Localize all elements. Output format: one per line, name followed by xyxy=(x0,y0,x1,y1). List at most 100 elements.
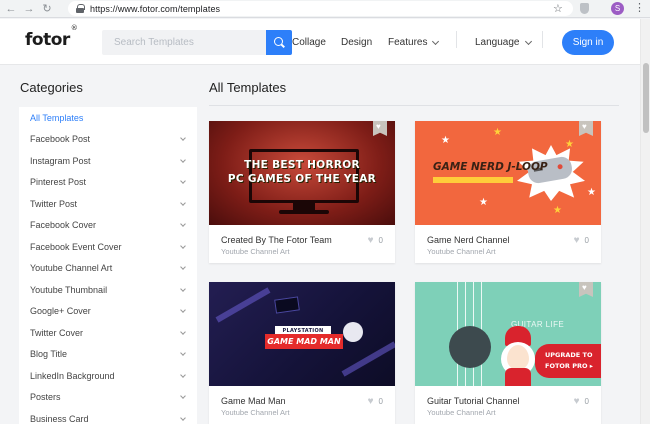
favorite-bookmark-icon[interactable] xyxy=(373,121,387,136)
category-facebook-post[interactable]: Facebook Post xyxy=(19,128,197,149)
category-linkedin-background[interactable]: LinkedIn Background xyxy=(19,365,197,386)
category-pinterest-post[interactable]: Pinterest Post xyxy=(19,171,197,192)
favorite-bookmark-icon[interactable] xyxy=(579,282,593,297)
star-decoration: ★ xyxy=(479,197,488,208)
nav-language-label: Language xyxy=(475,37,520,48)
title-divider xyxy=(209,105,619,106)
fotor-logo[interactable]: fotor® xyxy=(25,24,78,50)
browser-menu-icon[interactable]: ⋮ xyxy=(634,2,645,14)
card-title[interactable]: Created By The Fotor Team xyxy=(221,235,332,245)
promo-line-2: FOTOR PRO ▸ xyxy=(545,362,594,370)
search-button[interactable] xyxy=(266,30,292,55)
category-facebook-cover[interactable]: Facebook Cover xyxy=(19,214,197,235)
card-category: Youtube Channel Art xyxy=(427,408,496,417)
template-thumbnail[interactable]: ★ ★ ★ ★ ★ ★ GAME NERD J-LOOP xyxy=(415,121,601,225)
categories-list: All Templates Facebook Post Instagram Po… xyxy=(19,107,197,424)
guitar-soundhole xyxy=(449,326,491,368)
like-counter[interactable]: ♥ 0 xyxy=(574,396,589,407)
bookmark-star-icon[interactable]: ☆ xyxy=(553,2,563,15)
category-business-card[interactable]: Business Card xyxy=(19,408,197,424)
page-scrollbar[interactable] xyxy=(640,19,650,424)
template-card[interactable]: THE BEST HORROR PC GAMES OF THE YEAR Cre… xyxy=(209,121,395,263)
category-youtube-thumbnail[interactable]: Youtube Thumbnail xyxy=(19,279,197,300)
card-category: Youtube Channel Art xyxy=(221,408,290,417)
card-title[interactable]: Guitar Tutorial Channel xyxy=(427,396,520,406)
upgrade-pro-badge[interactable]: UPGRADE TO FOTOR PRO ▸ xyxy=(535,344,601,378)
category-label: Twitter Post xyxy=(30,198,78,209)
card-category: Youtube Channel Art xyxy=(427,247,496,256)
chevron-down-icon xyxy=(180,157,186,163)
category-blog-title[interactable]: Blog Title xyxy=(19,343,197,364)
category-label: Facebook Event Cover xyxy=(30,241,122,252)
like-count: 0 xyxy=(378,397,383,406)
nav-features[interactable]: Features xyxy=(388,37,440,48)
like-counter[interactable]: ♥ 0 xyxy=(574,235,589,246)
categories-heading: Categories xyxy=(20,80,83,95)
chevron-down-icon xyxy=(180,350,186,356)
chevron-down-icon xyxy=(432,37,440,45)
template-card[interactable]: GUITAR LIFE UPGRADE TOFOTOR PRO ▸ Guitar… xyxy=(415,282,601,424)
category-posters[interactable]: Posters xyxy=(19,386,197,407)
heart-icon: ♥ xyxy=(573,396,580,407)
category-youtube-channel-art[interactable]: Youtube Channel Art xyxy=(19,257,197,278)
nav-design[interactable]: Design xyxy=(341,37,372,48)
chevron-down-icon xyxy=(180,372,186,378)
search-icon xyxy=(273,37,283,46)
forward-icon[interactable]: → xyxy=(22,2,36,16)
sign-in-button[interactable]: Sign in xyxy=(562,30,614,55)
chevron-down-icon xyxy=(180,221,186,227)
thumbnail-subheadline: PC GAMES OF THE YEAR xyxy=(227,173,377,185)
template-thumbnail[interactable]: GUITAR LIFE UPGRADE TO FOTOR PRO ▸ xyxy=(415,282,601,386)
category-label: Youtube Thumbnail xyxy=(30,284,108,295)
star-decoration: ★ xyxy=(553,205,562,216)
like-counter[interactable]: ♥ 0 xyxy=(368,235,383,246)
star-decoration: ★ xyxy=(565,139,574,150)
category-label: Pinterest Post xyxy=(30,176,87,187)
chevron-down-icon xyxy=(180,286,186,292)
template-thumbnail[interactable]: THE BEST HORROR PC GAMES OF THE YEAR xyxy=(209,121,395,225)
browser-toolbar: ← → ↻ https://www.fotor.com/templates ☆ … xyxy=(0,0,650,18)
thumbnail-headline: GAME NERD J-LOOP xyxy=(433,161,548,173)
nav-divider xyxy=(542,31,543,48)
search-input[interactable] xyxy=(102,30,266,55)
address-bar-url[interactable]: https://www.fotor.com/templates xyxy=(90,4,220,14)
extension-icon[interactable] xyxy=(580,3,589,14)
category-twitter-cover[interactable]: Twitter Cover xyxy=(19,322,197,343)
scrollbar-thumb[interactable] xyxy=(643,63,649,133)
back-icon[interactable]: ← xyxy=(4,2,18,16)
decorative-stripe xyxy=(341,341,395,377)
category-twitter-post[interactable]: Twitter Post xyxy=(19,193,197,214)
template-card[interactable]: PLAYSTATION GAME MAD MAN Game Mad Man Yo… xyxy=(209,282,395,424)
heart-icon: ♥ xyxy=(573,235,580,246)
nav-features-label: Features xyxy=(388,37,428,48)
thumbnail-headline: THE BEST HORROR xyxy=(244,159,360,171)
category-all-templates[interactable]: All Templates xyxy=(19,107,197,128)
card-title[interactable]: Game Mad Man xyxy=(221,396,286,406)
favorite-bookmark-icon[interactable] xyxy=(579,121,593,136)
heart-icon: ♥ xyxy=(367,235,374,246)
like-counter[interactable]: ♥ 0 xyxy=(368,396,383,407)
chevron-down-icon xyxy=(180,307,186,313)
thumbnail-tagline-bar xyxy=(433,177,513,183)
category-label: Instagram Post xyxy=(30,155,91,166)
card-title[interactable]: Game Nerd Channel xyxy=(427,235,510,245)
template-card[interactable]: ★ ★ ★ ★ ★ ★ GAME NERD J-LOOP Game Nerd C… xyxy=(415,121,601,263)
nav-divider xyxy=(456,31,457,48)
monitor-base xyxy=(279,210,329,214)
category-instagram-post[interactable]: Instagram Post xyxy=(19,150,197,171)
category-label: Blog Title xyxy=(30,348,68,359)
chevron-down-icon xyxy=(180,243,186,249)
template-thumbnail[interactable]: PLAYSTATION GAME MAD MAN xyxy=(209,282,395,386)
heart-icon: ♥ xyxy=(367,396,374,407)
santa-body-illustration xyxy=(505,368,531,386)
star-decoration: ★ xyxy=(441,135,450,146)
profile-avatar[interactable]: S xyxy=(611,2,624,15)
like-count: 0 xyxy=(584,236,589,245)
category-facebook-event-cover[interactable]: Facebook Event Cover xyxy=(19,236,197,257)
address-bar[interactable]: https://www.fotor.com/templates xyxy=(68,1,573,16)
like-count: 0 xyxy=(378,236,383,245)
reload-icon[interactable]: ↻ xyxy=(40,2,54,16)
category-google-plus-cover[interactable]: Google+ Cover xyxy=(19,300,197,321)
nav-collage[interactable]: Collage xyxy=(292,37,326,48)
nav-language[interactable]: Language xyxy=(475,37,532,48)
